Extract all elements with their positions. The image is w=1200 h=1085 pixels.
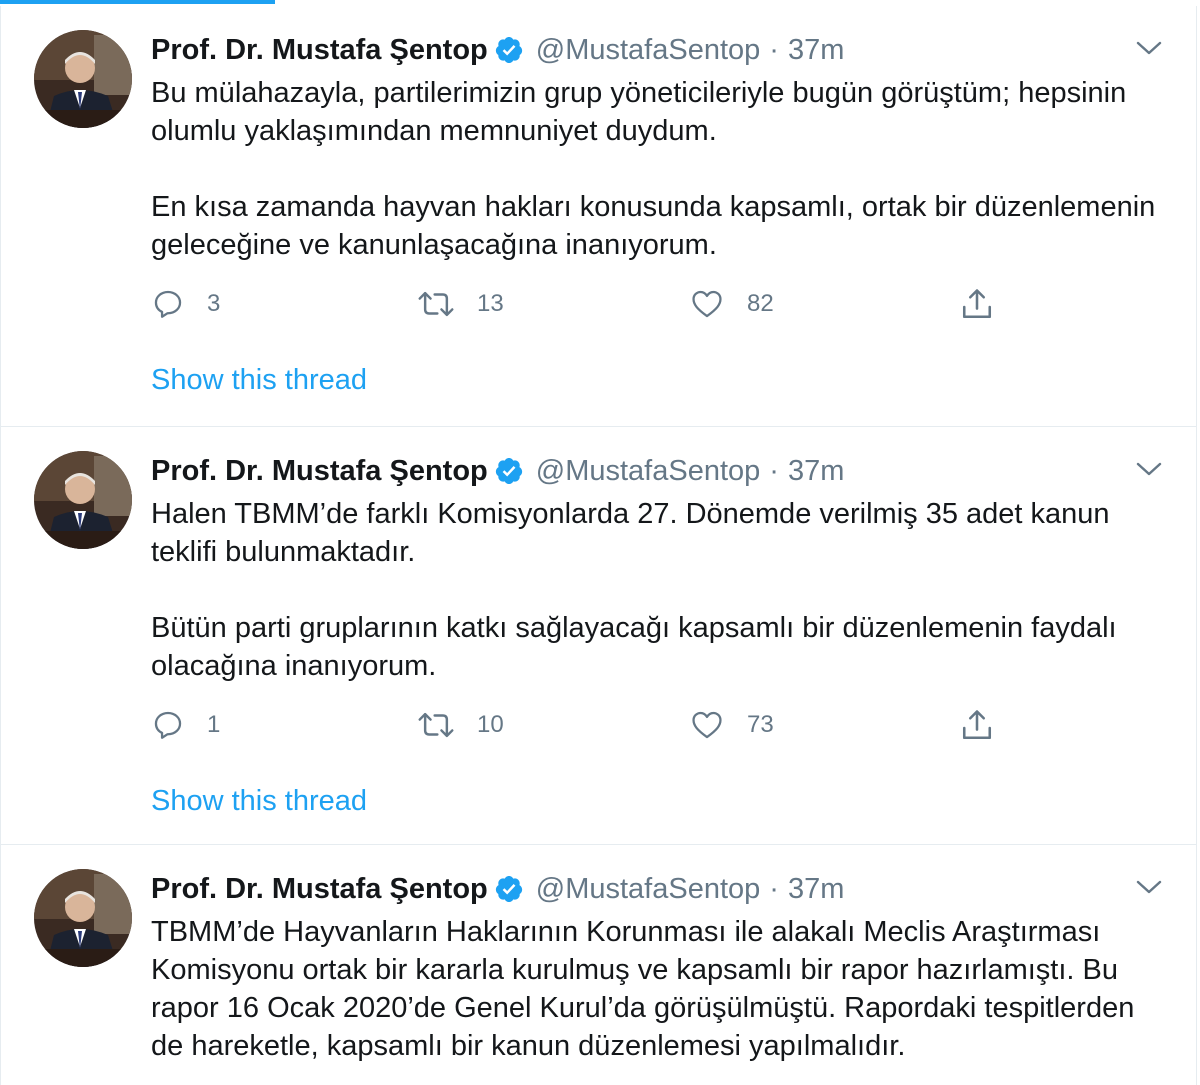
tweet-header: Prof. Dr. Mustafa Şentop @MustafaSentop …	[151, 869, 1196, 909]
like-button[interactable]: 73	[689, 703, 774, 747]
share-icon	[959, 286, 995, 322]
retweet-icon	[417, 708, 455, 742]
tweet-paragraph: Bütün parti gruplarının katkı sağlayacağ…	[151, 612, 1117, 682]
tweet-header: Prof. Dr. Mustafa Şentop @MustafaSentop …	[151, 30, 1196, 70]
retweet-icon	[417, 287, 455, 321]
timestamp[interactable]: 37m	[788, 455, 844, 488]
timestamp[interactable]: 37m	[788, 873, 844, 906]
chevron-down-icon[interactable]	[1136, 461, 1162, 479]
timeline: Prof. Dr. Mustafa Şentop @MustafaSentop …	[0, 6, 1197, 1085]
tweet-header: Prof. Dr. Mustafa Şentop @MustafaSentop …	[151, 451, 1196, 491]
author-handle[interactable]: @MustafaSentop	[536, 34, 761, 67]
tweet-text: Halen TBMM’de farklı Komisyonlarda 27. D…	[151, 495, 1181, 685]
avatar[interactable]	[34, 451, 132, 549]
show-thread-link[interactable]: Show this thread	[151, 785, 367, 818]
tweet-text: TBMM’de Hayvanların Haklarının Korunması…	[151, 913, 1181, 1065]
share-icon	[959, 707, 995, 743]
avatar[interactable]	[34, 869, 132, 967]
reply-count: 1	[207, 711, 221, 738]
tweet-paragraph: Halen TBMM’de farklı Komisyonlarda 27. D…	[151, 498, 1110, 568]
reply-count: 3	[207, 290, 221, 317]
separator: ·	[769, 872, 779, 905]
verified-badge-icon	[494, 874, 524, 904]
like-button[interactable]: 82	[689, 282, 774, 326]
author-name[interactable]: Prof. Dr. Mustafa Şentop	[151, 873, 488, 906]
reply-button[interactable]: 1	[151, 703, 220, 747]
like-count: 73	[747, 711, 774, 738]
reply-icon	[151, 287, 185, 321]
avatar[interactable]	[34, 30, 132, 128]
timestamp[interactable]: 37m	[788, 34, 844, 67]
heart-icon	[689, 287, 725, 321]
tweet-paragraph: En kısa zamanda hayvan hakları konusunda…	[151, 191, 1156, 261]
tweet[interactable]: Prof. Dr. Mustafa Şentop @MustafaSentop …	[1, 6, 1196, 427]
tweet[interactable]: Prof. Dr. Mustafa Şentop @MustafaSentop …	[1, 427, 1196, 845]
author-handle[interactable]: @MustafaSentop	[536, 873, 761, 906]
tweet-paragraph: TBMM’de Hayvanların Haklarının Korunması…	[151, 916, 1135, 1062]
verified-badge-icon	[494, 35, 524, 65]
show-thread-link[interactable]: Show this thread	[151, 364, 367, 397]
chevron-down-icon[interactable]	[1136, 40, 1162, 58]
reply-icon	[151, 708, 185, 742]
separator: ·	[769, 33, 779, 66]
share-button[interactable]	[959, 703, 995, 747]
tweet-actions: 1 10 73	[151, 703, 1031, 747]
like-count: 82	[747, 290, 774, 317]
verified-badge-icon	[494, 456, 524, 486]
active-tab-indicator	[0, 0, 275, 4]
author-name[interactable]: Prof. Dr. Mustafa Şentop	[151, 455, 488, 488]
retweet-count: 13	[477, 290, 504, 317]
retweet-button[interactable]: 10	[417, 703, 504, 747]
separator: ·	[769, 454, 779, 487]
heart-icon	[689, 708, 725, 742]
tweet[interactable]: Prof. Dr. Mustafa Şentop @MustafaSentop …	[1, 845, 1196, 1085]
author-handle[interactable]: @MustafaSentop	[536, 455, 761, 488]
retweet-button[interactable]: 13	[417, 282, 504, 326]
tweet-text: Bu mülahazayla, partilerimizin grup yöne…	[151, 74, 1181, 264]
retweet-count: 10	[477, 711, 504, 738]
tweet-actions: 3 13 82	[151, 282, 1031, 326]
chevron-down-icon[interactable]	[1136, 879, 1162, 897]
share-button[interactable]	[959, 282, 995, 326]
tweet-paragraph: Bu mülahazayla, partilerimizin grup yöne…	[151, 77, 1127, 147]
author-name[interactable]: Prof. Dr. Mustafa Şentop	[151, 34, 488, 67]
reply-button[interactable]: 3	[151, 282, 220, 326]
